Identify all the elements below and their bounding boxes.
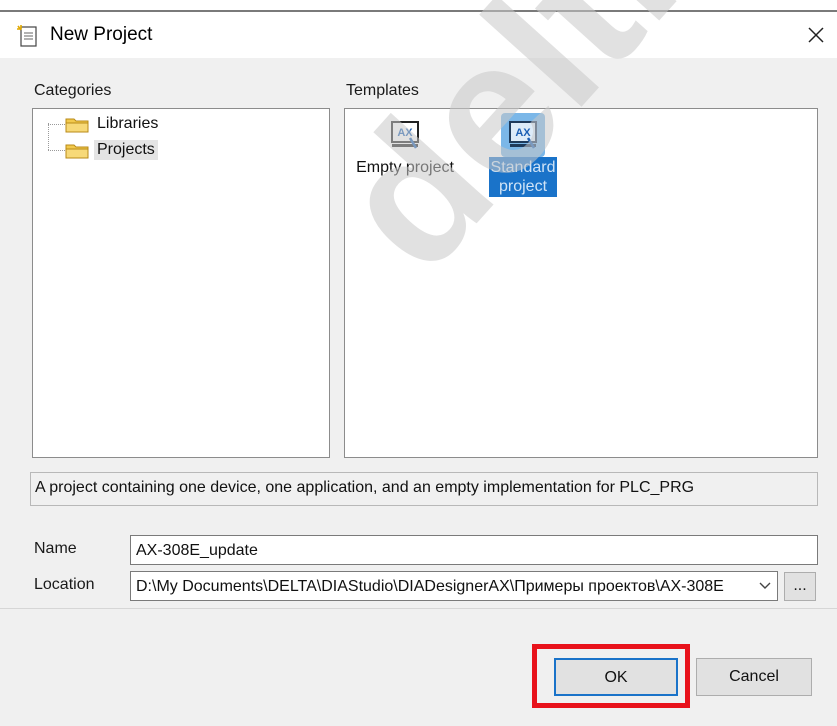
ax-icon: AX bbox=[501, 113, 545, 157]
template-empty-project[interactable]: AX Empty project bbox=[349, 117, 461, 179]
name-input[interactable]: AX-308E_update bbox=[130, 535, 818, 565]
title-bar: New Project bbox=[0, 12, 837, 58]
tree-item-libraries[interactable]: Libraries bbox=[65, 113, 161, 135]
top-border bbox=[0, 0, 837, 12]
dialog-body: Categories Templates Libraries Projects bbox=[0, 58, 837, 726]
cancel-button[interactable]: Cancel bbox=[696, 658, 812, 696]
chevron-down-icon[interactable] bbox=[755, 575, 775, 597]
folder-icon bbox=[65, 116, 89, 133]
new-project-icon bbox=[16, 24, 40, 48]
categories-tree[interactable]: Libraries Projects bbox=[32, 108, 330, 458]
tree-item-projects[interactable]: Projects bbox=[65, 139, 158, 161]
ok-highlight-frame bbox=[532, 644, 690, 708]
divider bbox=[0, 608, 837, 609]
templates-list[interactable]: AX Empty project AX Standard project bbox=[344, 108, 818, 458]
window-title: New Project bbox=[50, 24, 153, 45]
template-label: Standard project bbox=[488, 157, 558, 197]
svg-text:AX: AX bbox=[397, 127, 413, 139]
template-label-line2: project bbox=[498, 178, 548, 195]
template-standard-project[interactable]: AX Standard project bbox=[483, 113, 563, 197]
template-label-line1: Standard bbox=[490, 159, 556, 176]
close-icon[interactable] bbox=[801, 20, 831, 50]
name-label: Name bbox=[34, 540, 77, 557]
svg-text:AX: AX bbox=[515, 127, 531, 139]
ax-icon: AX bbox=[389, 119, 421, 156]
tree-item-label: Projects bbox=[94, 140, 158, 160]
location-combobox[interactable]: D:\My Documents\DELTA\DIAStudio\DIADesig… bbox=[130, 571, 778, 601]
categories-label: Categories bbox=[34, 82, 112, 99]
templates-label: Templates bbox=[346, 82, 419, 99]
template-description: A project containing one device, one app… bbox=[30, 472, 818, 506]
location-value: D:\My Documents\DELTA\DIAStudio\DIADesig… bbox=[136, 578, 724, 595]
browse-button[interactable]: ... bbox=[784, 572, 816, 601]
template-label: Empty project bbox=[356, 159, 454, 176]
folder-icon bbox=[65, 142, 89, 159]
tree-item-label: Libraries bbox=[97, 115, 159, 132]
location-label: Location bbox=[34, 576, 95, 593]
